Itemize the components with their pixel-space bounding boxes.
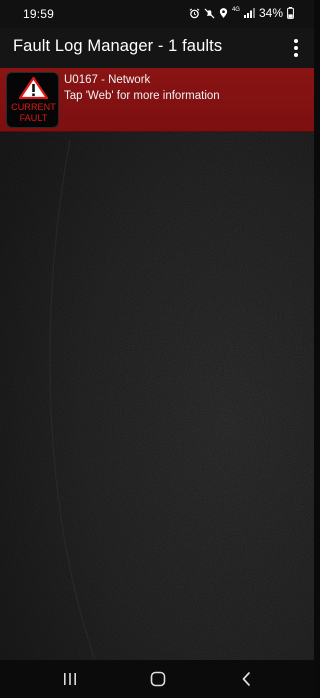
recent-apps-icon[interactable]: [63, 672, 77, 691]
battery-percent: 34%: [258, 6, 283, 20]
app-bar: Fault Log Manager - 1 faults: [0, 28, 314, 68]
alarm-icon: [189, 7, 200, 19]
navigation-bar: [0, 660, 314, 698]
home-icon[interactable]: [150, 671, 166, 692]
back-icon[interactable]: [241, 671, 251, 692]
fault-code-title: U0167 - Network: [64, 74, 151, 86]
signal-icon: [243, 8, 255, 18]
fault-icon-line1: CURRENT: [11, 102, 56, 112]
app-screen: 19:59 4G 34% Fault Log Manager - 1 fault…: [0, 0, 314, 698]
location-icon: [219, 7, 228, 19]
status-bar: 19:59 4G 34%: [0, 0, 314, 28]
battery-icon: [287, 7, 294, 19]
more-vert-icon[interactable]: [288, 37, 304, 59]
fault-icon-line2: FAULT: [19, 113, 48, 123]
app-title: Fault Log Manager - 1 faults: [13, 37, 223, 55]
status-icons: 4G 34%: [189, 6, 294, 20]
warning-triangle-icon: [19, 77, 48, 99]
fault-hint: Tap 'Web' for more information: [64, 90, 220, 102]
mute-icon: [204, 7, 215, 19]
current-fault-icon: CURRENT FAULT: [6, 72, 59, 128]
status-time: 19:59: [23, 7, 55, 21]
fault-list-item[interactable]: CURRENT FAULT U0167 - Network Tap 'Web' …: [0, 68, 314, 132]
network-type-label: 4G: [231, 7, 240, 13]
